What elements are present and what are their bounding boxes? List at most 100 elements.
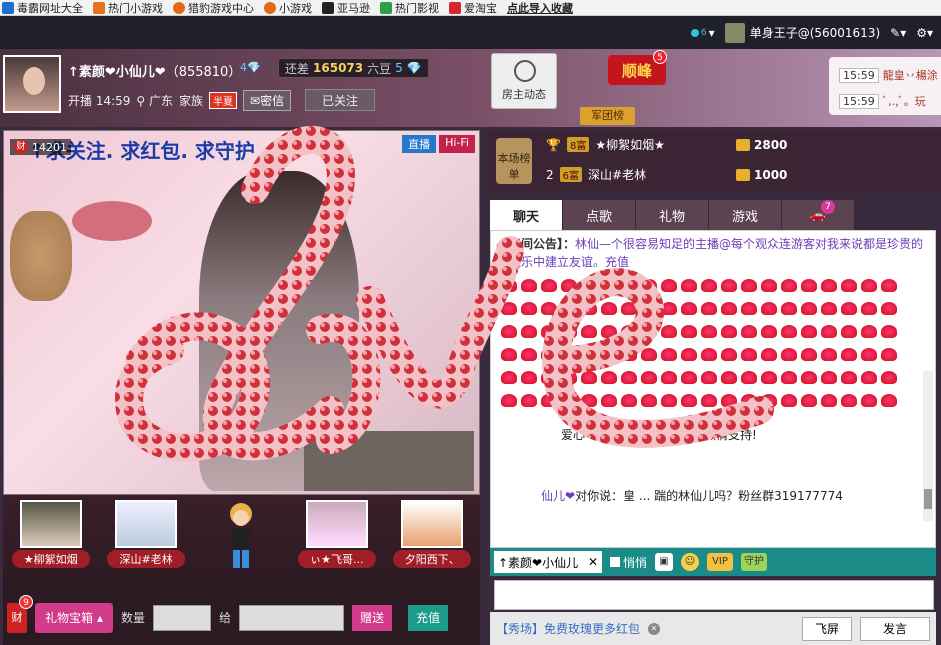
- gear-icon[interactable]: ⚙▾: [916, 26, 933, 40]
- private-msg-label: 密信: [260, 94, 285, 108]
- family-tag[interactable]: 半夏: [209, 92, 238, 109]
- heart-emoji-icon: [761, 279, 777, 292]
- anchor-id: （855810）: [165, 65, 242, 80]
- heart-emoji-icon: [681, 325, 697, 338]
- fly-screen-button[interactable]: 飞屏: [802, 616, 852, 641]
- vip-icon[interactable]: VIP: [707, 553, 734, 571]
- edit-icon[interactable]: ✎▾: [890, 26, 906, 40]
- heart-emoji-icon: [741, 279, 757, 292]
- hifi-button[interactable]: Hi-Fi: [439, 135, 475, 153]
- bookmark-item[interactable]: 热门小游戏: [93, 0, 163, 15]
- heart-emoji-icon: [761, 302, 777, 315]
- gift-box-button[interactable]: 礼物宝箱 ▴: [35, 602, 114, 633]
- smiley-icon[interactable]: ☺: [681, 553, 700, 571]
- heart-emoji-icon: [601, 371, 617, 384]
- heart-emoji-icon: [841, 279, 857, 292]
- heart-emoji-icon: [621, 325, 637, 338]
- heart-emoji-icon: [641, 394, 657, 407]
- heart-emoji-icon: [621, 348, 637, 361]
- heart-emoji-icon: [561, 325, 577, 338]
- bookmark-import[interactable]: 点此导入收藏: [507, 0, 573, 15]
- legion-rank-button[interactable]: 军团榜: [580, 107, 635, 125]
- bookmark-item[interactable]: 热门影视: [380, 0, 439, 15]
- msg-text: 的热情支持!: [691, 428, 757, 442]
- heart-emoji-icon: [641, 371, 657, 384]
- guest-seat[interactable]: ★柳絮如烟: [11, 500, 91, 580]
- tab-gifts[interactable]: 礼物: [636, 200, 709, 230]
- recharge-button[interactable]: 充值: [408, 604, 449, 631]
- heart-emoji-icon: [681, 302, 697, 315]
- guest-seat[interactable]: ぃ★飞哥...: [297, 500, 377, 580]
- chat-target[interactable]: ↑素颜❤小仙儿 ✕: [494, 551, 602, 573]
- heart-emoji-icon: [861, 371, 877, 384]
- guard-icon[interactable]: 守护: [741, 553, 768, 571]
- ticker-item[interactable]: 15:59 龍皇丷楊涂: [839, 67, 938, 83]
- close-promo-icon[interactable]: ✕: [648, 622, 661, 635]
- msg-user[interactable]: 仙儿❤: [541, 489, 575, 503]
- anchor-level-badge: 4💎: [240, 61, 261, 74]
- scroll-thumb[interactable]: [924, 489, 932, 509]
- triangle-up-icon: ▴: [97, 610, 104, 625]
- heart-emoji-icon: [641, 302, 657, 315]
- amazon-icon: [322, 1, 334, 14]
- background-wall: [304, 431, 474, 491]
- guest-seat[interactable]: 深山#老林: [106, 500, 186, 580]
- heart-emoji-icon: [801, 279, 817, 292]
- leopard-icon: [173, 1, 185, 14]
- guest-avatar: [305, 500, 368, 548]
- guest-seats: ★柳絮如烟 深山#老林 ぃ★飞哥... 夕阳西下、: [3, 495, 480, 590]
- anchor-avatar[interactable]: [3, 55, 61, 113]
- send-gift-button[interactable]: 赠送: [352, 604, 393, 631]
- private-msg-button[interactable]: ✉密信: [243, 90, 292, 111]
- user-menu[interactable]: 单身王子@(56001613): [724, 22, 881, 43]
- user-name: 单身王子@(56001613): [749, 26, 881, 40]
- tab-car[interactable]: 🚗: [782, 200, 855, 230]
- tab-songs[interactable]: 点歌: [563, 200, 636, 230]
- wealth-button[interactable]: 财9: [7, 594, 33, 633]
- heart-emoji-icon: [781, 325, 797, 338]
- rank-level: 8富: [566, 137, 590, 152]
- beans-unit: 六豆: [367, 61, 392, 76]
- heart-emoji-icon: [661, 371, 677, 384]
- rank-gold: 2800: [736, 138, 787, 152]
- heart-emoji-icon: [841, 325, 857, 338]
- heart-emoji-icon: [741, 394, 757, 407]
- msg-user[interactable]: 单身王子@: [632, 428, 692, 442]
- notify-icon[interactable]: 6 ▾: [690, 26, 715, 40]
- close-icon[interactable]: ✕: [588, 555, 598, 569]
- bookmark-item[interactable]: 亚马逊: [322, 0, 370, 15]
- send-message-button[interactable]: 发言: [860, 616, 930, 641]
- rank-row[interactable]: 🏆 8富 ★柳絮如烟★ 2800: [546, 136, 787, 153]
- heart-emoji-icon: [741, 348, 757, 361]
- quantity-field[interactable]: [153, 604, 212, 631]
- coin-icon: [736, 168, 750, 181]
- heart-emoji-icon: [881, 325, 897, 338]
- bookmark-item[interactable]: 毒霸网址大全: [2, 0, 83, 15]
- dynamics-button[interactable]: 房主动态: [491, 53, 557, 109]
- bookmark-item[interactable]: 小游戏: [264, 0, 312, 15]
- heart-emoji-icon: [561, 279, 577, 292]
- video-player[interactable]: ↑求关注. 求红包. 求守护 财 14201 直播 Hi-Fi: [3, 130, 480, 495]
- promo-link[interactable]: 【秀场】免费玫瑰更多红包: [496, 620, 640, 637]
- bookmark-item[interactable]: 爱淘宝: [449, 0, 497, 15]
- whisper-checkbox[interactable]: 悄悄: [610, 554, 647, 571]
- ticker-item[interactable]: 15:59 ﾞ,.,ﾞ。玩: [839, 93, 926, 109]
- heart-emoji-icon: [781, 279, 797, 292]
- heart-emoji-icon: [721, 302, 737, 315]
- live-button[interactable]: 直播: [402, 135, 437, 153]
- medal-icon: 🏆: [546, 137, 561, 152]
- chat-input[interactable]: [494, 580, 934, 610]
- recipient-field[interactable]: [239, 604, 345, 631]
- heart-emoji-icon: [601, 302, 617, 315]
- chat-log[interactable]: 【房间公告】：林仙—个很容易知足的主播@每个观众连游客对我来说都是珍贵的望快乐中…: [490, 230, 936, 548]
- tab-games[interactable]: 游戏: [709, 200, 782, 230]
- guest-seat[interactable]: 夕阳西下、: [392, 500, 472, 580]
- bookmark-item[interactable]: 猎豹游戏中心: [173, 0, 254, 15]
- rank-row[interactable]: 2 6富 深山#老林 1000: [546, 166, 787, 183]
- heart-emoji-icon: [701, 302, 717, 315]
- image-icon[interactable]: ▣: [655, 553, 674, 571]
- follow-button[interactable]: 已关注: [305, 89, 375, 111]
- tab-chat[interactable]: 聊天: [490, 200, 563, 230]
- chat-scrollbar[interactable]: [923, 371, 933, 521]
- gem-level: 5: [395, 61, 403, 75]
